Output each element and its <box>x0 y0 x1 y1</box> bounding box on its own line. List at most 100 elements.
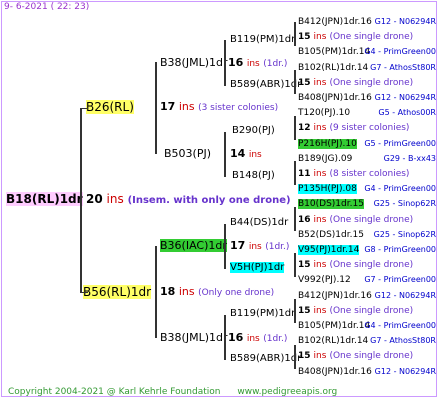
gen3-node-5[interactable]: B44(DS)1dr <box>230 217 288 228</box>
gen1-node-2[interactable]: B56(RL)1dr <box>83 285 152 299</box>
gen4-name: V992(PJ).12 <box>298 275 351 286</box>
gen2-ins-label-4: ins <box>246 334 260 344</box>
gen4-row[interactable]: 12 ins (9 sister colonies) <box>298 123 409 133</box>
gen4-row[interactable]: B189(JG).09 <box>298 154 352 164</box>
gen4-right-ref: G5 - PrimGreen00 <box>364 138 436 148</box>
connector-g2a <box>155 62 157 154</box>
gen4-row[interactable]: V992(PJ).12 <box>298 275 351 285</box>
gen3-node-7[interactable]: B119(PM)1dr <box>230 308 295 319</box>
gen4-row[interactable]: B408(JPN)1dr.16 <box>298 93 372 103</box>
footer-site[interactable]: www.pedigreeapis.org <box>237 387 337 397</box>
gen4-name: B189(JG).09 <box>298 153 353 164</box>
gen4-row[interactable]: B102(RL)1dr.14 <box>298 336 368 346</box>
gen4-row[interactable]: 15 ins (One single drone) <box>298 260 413 270</box>
gen3-name-8: B589(ABR)1dr <box>230 353 302 364</box>
gen2-node-2[interactable]: B503(PJ) <box>164 147 211 160</box>
gen4-right-ref: G25 - Sinop62R <box>373 229 436 239</box>
gen4-row[interactable]: 15 ins (One single drone) <box>298 306 413 316</box>
gen2-node-3[interactable]: B36(IAC)1dr <box>160 239 227 252</box>
gen2-ins-count-4: 16 <box>228 331 244 344</box>
gen4-name: B105(PM)1dr.14 <box>298 47 371 58</box>
gen4-name: 15 <box>298 32 311 43</box>
gen4-right-ref: G4 - PrimGreen00 <box>364 321 436 330</box>
gen3-node-4[interactable]: B148(PJ) <box>232 170 275 181</box>
gen2-node-4[interactable]: B38(JML)1dr <box>160 331 228 344</box>
gen4-ins-label: ins <box>313 260 327 271</box>
gen4-right-ref: G12 - N06294R <box>374 17 436 26</box>
gen2-ins-2: 14 ins <box>230 147 262 160</box>
gen2-note-3: (1dr.) <box>265 242 290 252</box>
root-name: B18(RL)1dr <box>6 192 83 206</box>
gen4-name: B412(JPN)1dr.16 <box>298 17 372 27</box>
gen3-node-8[interactable]: B589(ABR)1dr <box>230 353 301 364</box>
gen2-node-1[interactable]: B38(JML)1dr <box>160 56 228 69</box>
gen4-row[interactable]: B52(DS)1dr.15 <box>298 230 364 240</box>
gen4-name: V95(PJ)1dr.14 <box>298 245 360 255</box>
connector-root <box>80 108 82 292</box>
gen1-ins-label-1: ins <box>178 100 195 113</box>
pedigree-canvas: 9- 6-2021 ( 22: 23) B18(RL)1dr 20 ins (I… <box>0 0 440 400</box>
root-node[interactable]: B18(RL)1dr <box>6 192 83 206</box>
gen4-ins-label: ins <box>313 77 327 88</box>
gen3-name-3: B290(PJ) <box>232 125 275 136</box>
gen2-ins-label-1: ins <box>246 59 260 69</box>
gen3-node-1[interactable]: B119(PM)1dr <box>230 34 295 45</box>
gen4-row[interactable]: 11 ins (8 sister colonies) <box>298 169 409 179</box>
gen4-name: B102(RL)1dr.14 <box>298 336 369 347</box>
connector-g1b <box>80 292 88 293</box>
gen4-row[interactable]: B102(RL)1dr.14 <box>298 63 368 73</box>
gen4-row[interactable]: B10(DS)1dr.15 <box>298 199 364 210</box>
gen4-name: B412(JPN)1dr.16 <box>298 290 372 301</box>
gen4-row[interactable]: 15 ins (One single drone) <box>298 32 413 42</box>
gen1-ins-count-1: 17 <box>160 100 176 113</box>
gen4-name: T120(PJ).10 <box>298 108 351 119</box>
gen4-row[interactable]: T120(PJ).10 <box>298 108 350 118</box>
connector-g3c <box>224 224 226 269</box>
gen4-ins-label: ins <box>313 123 327 134</box>
connector-g4a <box>294 22 296 46</box>
gen2-ins-label-3: ins <box>248 242 262 252</box>
gen2-name-4: B38(JML)1dr <box>160 331 228 344</box>
gen1-node-1[interactable]: B26(RL) <box>86 100 134 114</box>
gen4-row[interactable]: B412(JPN)1dr.16 <box>298 291 372 301</box>
footer-copyright: Copyright 2004-2021 @ Karl Kehrle Founda… <box>8 387 221 397</box>
gen4-note: (9 sister colonies) <box>329 123 410 134</box>
gen1-note-1: (3 sister colonies) <box>198 103 279 113</box>
gen4-row[interactable]: 16 ins (One single drone) <box>298 215 413 225</box>
gen4-right-ref: G8 - PrimGreen00 <box>364 245 436 254</box>
gen4-row[interactable]: B412(JPN)1dr.16 <box>298 17 372 27</box>
connector-g4e <box>294 207 296 231</box>
gen4-row[interactable]: 15 ins (One single drone) <box>298 351 413 361</box>
gen3-node-6[interactable]: V5H(PJ)1dr <box>230 262 285 273</box>
gen4-right-ref: G5 - Athos00R <box>378 108 436 118</box>
gen4-name: 15 <box>298 260 311 271</box>
connector-g1a <box>80 108 88 109</box>
gen4-row[interactable]: B105(PM)1dr.14 <box>298 321 370 331</box>
gen4-note: (One single drone) <box>329 32 414 43</box>
connector-g4d <box>294 161 296 185</box>
gen2-ins-4: 16 ins (1dr.) <box>228 331 287 344</box>
gen3-node-3[interactable]: B290(PJ) <box>232 125 275 136</box>
gen3-node-2[interactable]: B589(ABR)1dr <box>230 79 301 90</box>
gen3-name-5: B44(DS)1dr <box>230 217 289 228</box>
gen4-row[interactable]: P135H(PJ).08 <box>298 184 357 195</box>
gen4-row[interactable]: B408(JPN)1dr.16 <box>298 367 372 377</box>
gen4-note: (8 sister colonies) <box>329 169 410 179</box>
gen3-name-7: B119(PM)1dr <box>230 308 296 319</box>
gen4-name: B105(PM)1dr.14 <box>298 321 371 331</box>
root-ins: 20 ins (Insem. with only one drone) <box>86 192 291 206</box>
gen2-note-4: (1dr.) <box>263 334 288 344</box>
root-note: (Insem. with only one drone) <box>127 195 291 206</box>
gen4-row[interactable]: P216H(PJ).10 <box>298 138 357 149</box>
gen4-name: B10(DS)1dr.15 <box>298 199 364 210</box>
gen4-row[interactable]: B105(PM)1dr.14 <box>298 47 370 57</box>
gen4-row[interactable]: V95(PJ)1dr.14 <box>298 245 360 255</box>
connector-g4b <box>294 70 296 94</box>
gen3-name-6: V5H(PJ)1dr <box>230 262 285 273</box>
gen4-note: (One single drone) <box>329 260 414 271</box>
gen4-name: B52(DS)1dr.15 <box>298 229 364 240</box>
connector-g4c <box>294 116 296 140</box>
gen4-note: (One single drone) <box>329 305 414 316</box>
gen4-name: B408(JPN)1dr.16 <box>298 366 372 377</box>
gen4-row[interactable]: 15 ins (One single drone) <box>298 78 413 88</box>
